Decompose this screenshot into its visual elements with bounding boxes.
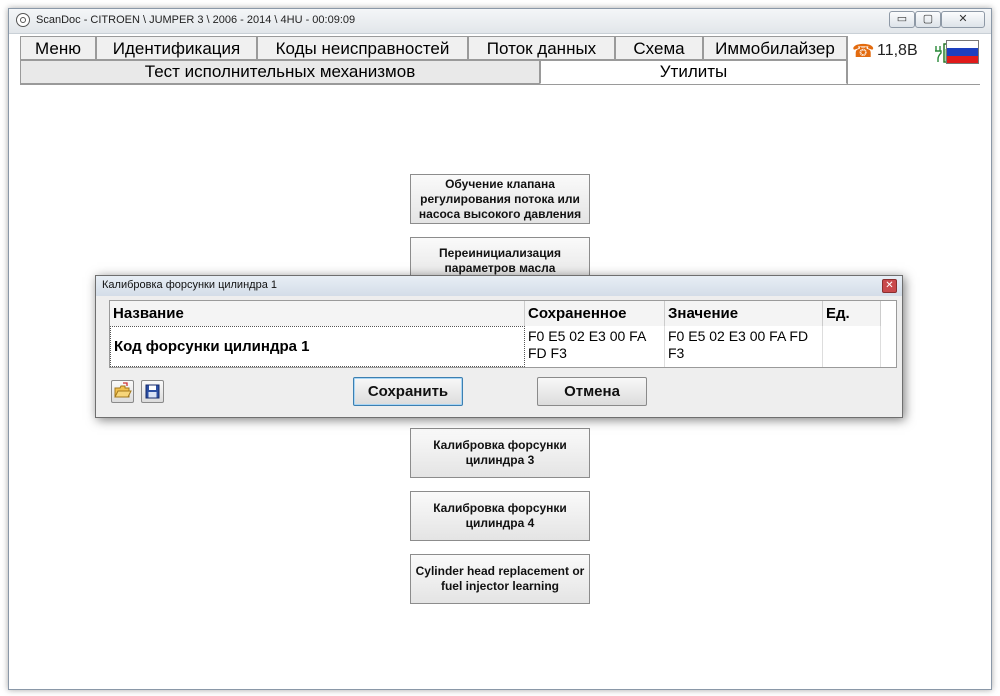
injector-4-calibration-button[interactable]: Калибровка форсунки цилиндра 4 xyxy=(410,491,590,541)
close-button[interactable]: ✕ xyxy=(941,11,985,28)
unit-cell xyxy=(823,326,881,367)
menu-item-immobilizer[interactable]: Иммобилайзер xyxy=(703,36,847,60)
hp-pump-valve-learning-button[interactable]: Обучение клапана регулирования потока ил… xyxy=(410,174,590,224)
tab-actuator-test[interactable]: Тест исполнительных механизмов xyxy=(20,60,540,84)
maximize-button[interactable]: ▢ xyxy=(915,11,941,28)
menu-item-fault-codes[interactable]: Коды неисправностей xyxy=(257,36,468,60)
value-code-cell[interactable]: F0 E5 02 E3 00 FA FD F3 xyxy=(665,326,823,367)
window-title: ScanDoc - CITROEN \ JUMPER 3 \ 2006 - 20… xyxy=(36,14,356,26)
menu-item-identification[interactable]: Идентификация xyxy=(96,36,257,60)
floppy-disk-icon xyxy=(145,384,160,399)
open-folder-icon xyxy=(114,382,132,398)
minimize-button[interactable]: ▭ xyxy=(889,11,915,28)
dialog-title-bar[interactable]: Калибровка форсунки цилиндра 1 ✕ xyxy=(96,276,902,296)
column-header-saved: Сохраненное xyxy=(525,301,665,326)
save-button[interactable]: Сохранить xyxy=(353,377,463,406)
menu-item-menu[interactable]: Меню xyxy=(20,36,96,60)
dialog-title: Калибровка форсунки цилиндра 1 xyxy=(102,279,277,291)
open-file-button[interactable] xyxy=(111,380,134,403)
save-file-button[interactable] xyxy=(141,380,164,403)
calibration-table: Название Сохраненное Значение Ед. Код фо… xyxy=(109,300,897,368)
menu-item-data-stream[interactable]: Поток данных xyxy=(468,36,615,60)
phone-icon: ☎ xyxy=(852,41,875,61)
injector-code-name-cell[interactable]: Код форсунки цилиндра 1 xyxy=(110,326,525,367)
column-header-unit: Ед. xyxy=(823,301,881,326)
injector-calibration-dialog: Калибровка форсунки цилиндра 1 ✕ Названи… xyxy=(95,275,903,418)
column-header-value: Значение xyxy=(665,301,823,326)
tab-utilities[interactable]: Утилиты xyxy=(540,60,847,84)
title-bar[interactable]: ScanDoc - CITROEN \ JUMPER 3 \ 2006 - 20… xyxy=(9,9,991,34)
russia-flag-icon[interactable] xyxy=(946,40,979,64)
cylinder-head-replacement-button[interactable]: Cylinder head replacement or fuel inject… xyxy=(410,554,590,604)
dialog-close-button[interactable]: ✕ xyxy=(882,279,897,293)
status-area: ☎ 11,8В xyxy=(847,36,988,84)
app-logo-icon xyxy=(16,13,30,27)
injector-3-calibration-button[interactable]: Калибровка форсунки цилиндра 3 xyxy=(410,428,590,478)
cancel-button[interactable]: Отмена xyxy=(537,377,647,406)
column-header-name: Название xyxy=(110,301,525,326)
menu-item-scheme[interactable]: Схема xyxy=(615,36,703,60)
saved-code-cell: F0 E5 02 E3 00 FA FD F3 xyxy=(525,326,665,367)
voltage-readout: 11,8В xyxy=(877,42,918,59)
